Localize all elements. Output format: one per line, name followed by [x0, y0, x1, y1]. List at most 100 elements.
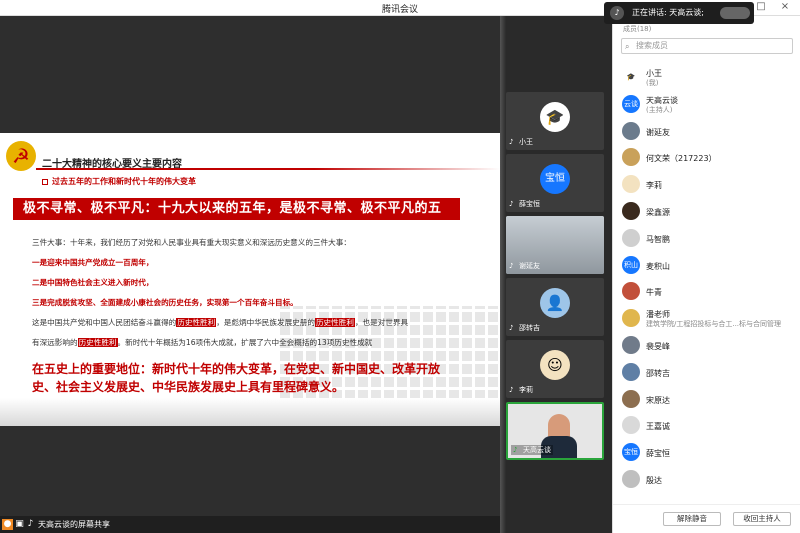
member-name: 宋原达 — [646, 395, 670, 405]
slide-point-1: 一是迎来中国共产党成立一百周年， — [32, 258, 154, 267]
voice-wave-icon — [720, 7, 750, 19]
slide-point-3: 三是完成脱贫攻坚、全面建成小康社会的历史任务，实现第一个百年奋斗目标。 — [32, 298, 298, 307]
avatar — [622, 201, 640, 220]
screen-share-icon: ▣ — [15, 519, 24, 529]
member-row[interactable]: 牛青 — [613, 278, 800, 305]
unmute-all-button[interactable]: 解除静音 — [663, 512, 721, 526]
cap-icon: 🎓 — [622, 68, 640, 86]
party-emblem-icon: ☭ — [6, 141, 36, 171]
avatar — [622, 175, 640, 194]
member-row[interactable]: 王嘉诚 — [613, 412, 800, 439]
avatar: 积山 — [622, 255, 640, 274]
search-icon: ⌕ — [625, 42, 630, 51]
mic-icon: ♪ — [509, 262, 514, 270]
member-row[interactable]: 宝恒 薛宝恒 — [613, 439, 800, 466]
close-icon[interactable]: × — [778, 1, 792, 12]
member-row[interactable]: 马智鹏 — [613, 225, 800, 252]
slide-conclusion: 在五史上的重要地位：新时代十年的伟大变革，在党史、新中国史、改革开放史、社会主义… — [32, 362, 441, 394]
member-name: 谢延友 — [646, 127, 670, 137]
member-name: 马智鹏 — [646, 234, 670, 244]
video-tile-xiaowang[interactable]: 🎓 ♪ 小王 — [506, 92, 604, 150]
slide-banner: 极不寻常、极不平凡：十九大以来的五年，是极不寻常、极不平凡的五年。 — [13, 198, 460, 238]
member-role: (我) — [646, 79, 659, 87]
slide-point-2: 二是中国特色社会主义进入新时代， — [32, 278, 154, 287]
mic-icon: ♪ — [27, 519, 34, 529]
member-row[interactable]: 潘老师 建筑学院/工程招投标与合工...标与合同管理 — [613, 305, 800, 332]
member-name: 麦积山 — [646, 261, 670, 271]
member-name: 薛宝恒 — [646, 449, 670, 459]
member-list: 🎓 小王 (我) 云谈 天高云谈 (主持人) 谢延友 何文荣（217223） 李莉 梁鑫源 马智鹏积… — [613, 64, 800, 493]
avatar — [622, 148, 640, 167]
slide-paragraph-line-2: 有深远影响的历史性胜利。新时代十年概括为16项伟大成就，扩展了六中全会概括的13… — [32, 338, 373, 347]
highlight: 历史性胜利 — [77, 338, 118, 347]
member-name: 何文荣（217223） — [646, 154, 717, 164]
slide-subheading: 过去五年的工作和新时代十年的伟大变革 — [42, 176, 196, 187]
slide-paragraph-line-1: 这是中国共产党和中国人民团结奋斗赢得的历史性胜利，是彪炳中华民族发展史册的历史性… — [32, 318, 409, 327]
avatar — [622, 469, 640, 488]
video-rail: 🎓 ♪ 小王 宝恒 ♪ 薛宝恒 ♪ 谢延友 👤 ♪ 邵转吉 ☺ ♪ 李莉 ♪ 天高云谈 — [500, 16, 612, 533]
slide-bottom-band — [0, 398, 500, 426]
video-tile-shaozhuanji[interactable]: 👤 ♪ 邵转吉 — [506, 278, 604, 336]
mic-icon: ♪ — [509, 138, 514, 146]
avatar — [622, 309, 640, 328]
avatar: 宝恒 — [540, 164, 570, 194]
member-role: 建筑学院/工程招投标与合工...标与合同管理 — [646, 320, 782, 329]
member-name: 牛青 — [646, 288, 662, 298]
video-tile-xuebaoheng[interactable]: 宝恒 ♪ 薛宝恒 — [506, 154, 604, 212]
mic-icon: ♪ — [509, 200, 514, 208]
member-name: 殷达 — [646, 475, 662, 485]
member-row[interactable]: 谢延友 — [613, 118, 800, 145]
avatar: 云谈 — [622, 94, 640, 113]
highlight: 历史性胜利 — [176, 318, 217, 327]
slide-intro: 三件大事：十年来，我们经历了对党和人民事业具有重大现实意义和深远历史意义的三件大… — [32, 238, 351, 247]
revoke-host-button[interactable]: 收回主持人 — [733, 512, 791, 526]
highlight: 历史性胜利 — [314, 318, 355, 327]
title-divider — [36, 168, 500, 170]
presentation-slide: ☭ 二十大精神的核心要义主要内容 过去五年的工作和新时代十年的伟大变革 极不寻常… — [0, 133, 500, 426]
member-row[interactable]: 云谈 天高云谈 (主持人) — [613, 91, 800, 118]
member-name: 王嘉诚 — [646, 422, 670, 432]
avatar — [622, 335, 640, 354]
avatar: 宝恒 — [622, 443, 640, 462]
mic-icon: ♪ — [509, 386, 514, 394]
member-row[interactable]: 邵转吉 — [613, 359, 800, 386]
avatar — [622, 282, 640, 301]
member-row[interactable]: 裴旻峰 — [613, 332, 800, 359]
share-status-text: 天高云谈的屏幕共享 — [38, 520, 110, 529]
person-icon: 👤 — [540, 288, 570, 318]
video-tile-lili[interactable]: ☺ ♪ 李莉 — [506, 340, 604, 398]
avatar — [622, 228, 640, 247]
mic-icon: ♪ — [509, 324, 514, 332]
square-bullet-icon — [42, 178, 48, 185]
panel-actions: 解除静音 收回主持人 — [613, 504, 800, 533]
member-row[interactable]: 🎓 小王 (我) — [613, 64, 800, 91]
search-input[interactable]: ⌕ 搜索成员 — [621, 38, 793, 54]
member-name: 邵转吉 — [646, 368, 670, 378]
mic-icon: ♪ — [610, 6, 624, 20]
speaking-indicator: ♪ 正在讲话: 天高云谈; — [604, 2, 754, 24]
avatar — [622, 416, 640, 435]
cap-icon: 🎓 — [540, 102, 570, 132]
members-count: 成员(18) — [623, 25, 652, 33]
screen-share-stage: ☭ 二十大精神的核心要义主要内容 过去五年的工作和新时代十年的伟大变革 极不寻常… — [0, 16, 500, 516]
member-row[interactable]: 积山 麦积山 — [613, 252, 800, 279]
video-tile-self[interactable]: ♪ 天高云谈 — [506, 402, 604, 460]
share-status-bar: ● ▣ ♪ 天高云谈的屏幕共享 — [0, 516, 500, 533]
member-row[interactable]: 李莉 — [613, 171, 800, 198]
member-role: (主持人) — [646, 105, 673, 114]
member-row[interactable]: 何文荣（217223） — [613, 144, 800, 171]
avatar — [622, 121, 640, 140]
video-tile-xieyanyou[interactable]: ♪ 谢延友 — [506, 216, 604, 274]
user-icon: ● — [2, 519, 13, 530]
maximize-icon[interactable]: □ — [754, 1, 768, 12]
members-panel: 成员(18) ⌕ 搜索成员 🎓 小王 (我) 云谈 天高云谈 (主持人) 谢延友 何文荣（21… — [612, 16, 800, 533]
cartoon-icon: ☺ — [540, 350, 570, 380]
member-name: 梁鑫源 — [646, 207, 670, 217]
avatar — [622, 389, 640, 408]
member-row[interactable]: 宋原达 — [613, 386, 800, 413]
mic-icon: ♪ — [513, 446, 518, 454]
member-row[interactable]: 梁鑫源 — [613, 198, 800, 225]
member-row[interactable]: 殷达 — [613, 466, 800, 493]
member-name: 裴旻峰 — [646, 341, 670, 351]
member-name: 李莉 — [646, 181, 662, 191]
